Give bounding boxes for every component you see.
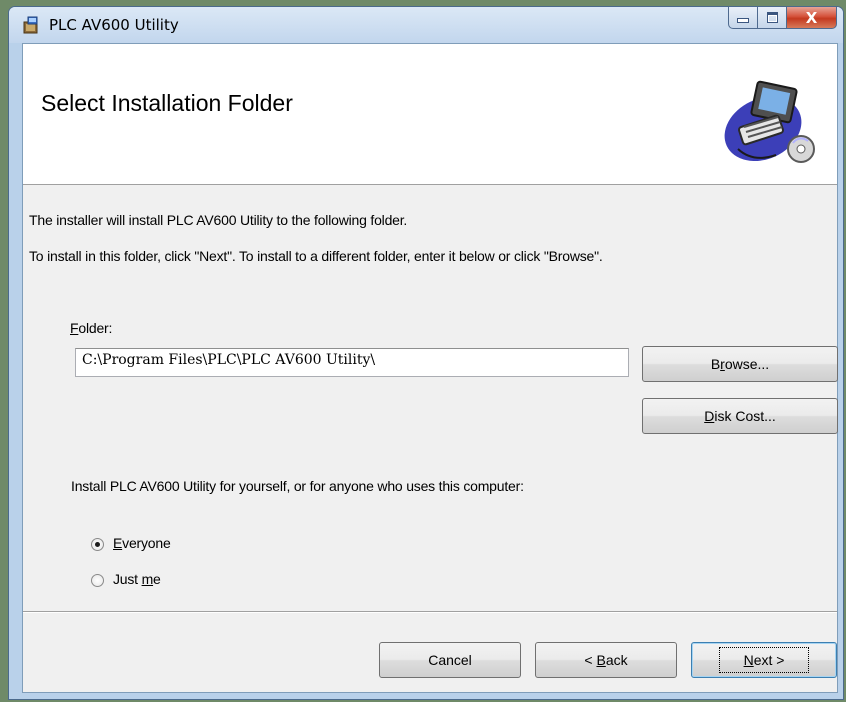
- minimize-button[interactable]: [728, 7, 758, 29]
- footer-divider-highlight: [23, 612, 837, 613]
- minimize-icon: [737, 18, 749, 23]
- browse-button[interactable]: Browse...: [642, 346, 838, 382]
- window-title: PLC AV600 Utility: [49, 16, 179, 34]
- next-button[interactable]: Next >: [691, 642, 837, 678]
- folder-label-text: older:: [78, 320, 113, 336]
- radio-selected-dot: [95, 542, 100, 547]
- everyone-label[interactable]: Everyone: [113, 535, 171, 551]
- close-icon: X: [805, 8, 818, 27]
- computer-with-cd-icon: [724, 80, 815, 163]
- maximize-icon: [766, 12, 778, 23]
- next-label: Next >: [718, 647, 810, 673]
- maximize-button[interactable]: [758, 7, 787, 29]
- dialog-client-area: Select Installation Folder The installer…: [22, 43, 838, 693]
- intro-line-1: The installer will install PLC AV600 Uti…: [29, 212, 408, 228]
- page-title: Select Installation Folder: [41, 90, 293, 116]
- just-me-label[interactable]: Just me: [113, 571, 161, 587]
- everyone-radio[interactable]: [91, 538, 104, 551]
- caption-buttons: X: [728, 7, 837, 29]
- intro-line-2: To install in this folder, click "Next".…: [29, 248, 603, 264]
- disk-cost-button[interactable]: Disk Cost...: [642, 398, 838, 434]
- disk-cost-label: Disk Cost...: [704, 408, 776, 424]
- back-label: < Back: [584, 652, 628, 668]
- title-bar[interactable]: PLC AV600 Utility X: [9, 7, 843, 43]
- installer-window: PLC AV600 Utility X Select Installation …: [8, 6, 844, 700]
- back-button[interactable]: < Back: [535, 642, 677, 678]
- folder-path-input[interactable]: C:\Program Files\PLC\PLC AV600 Utility\: [75, 348, 629, 377]
- folder-label: Folder:: [70, 320, 112, 336]
- just-me-radio[interactable]: [91, 574, 104, 587]
- close-button[interactable]: X: [787, 7, 837, 29]
- browse-label: Browse...: [710, 356, 770, 372]
- installer-app-icon: [23, 16, 38, 34]
- install-for-prompt: Install PLC AV600 Utility for yourself, …: [71, 478, 524, 494]
- header-banner: Select Installation Folder: [23, 44, 837, 185]
- cancel-button[interactable]: Cancel: [379, 642, 521, 678]
